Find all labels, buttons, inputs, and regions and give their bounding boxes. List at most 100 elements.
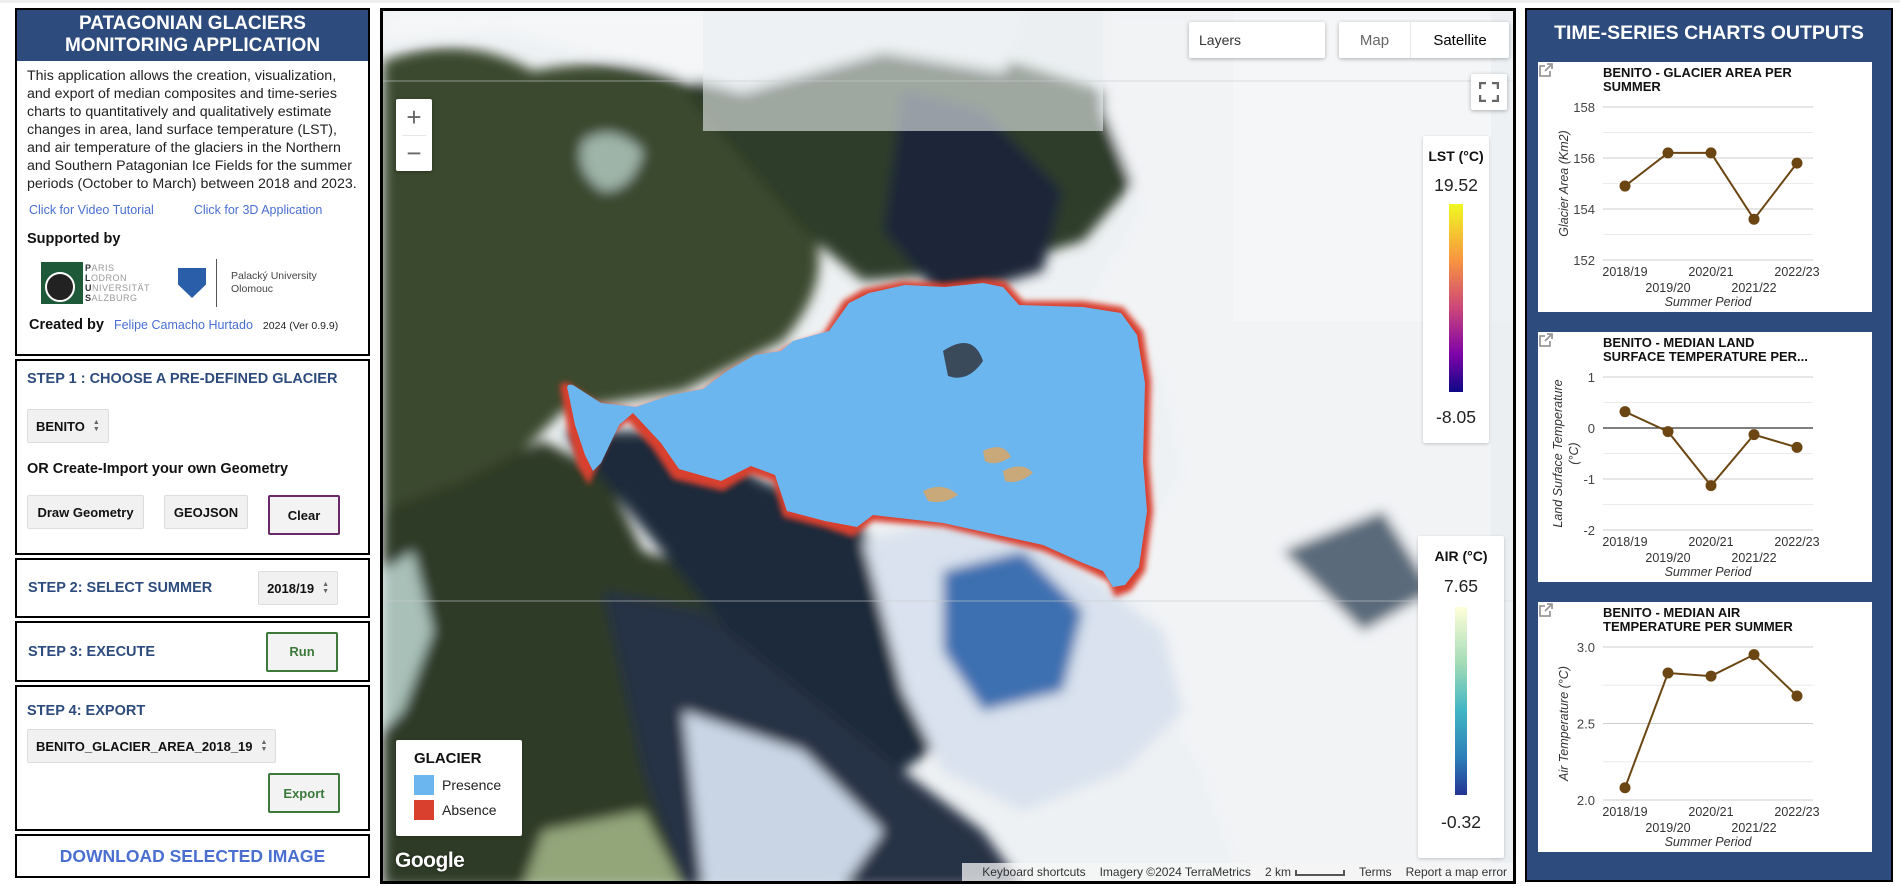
y-tick-label: 154	[1573, 202, 1595, 217]
x-tick-label: 2022/23	[1774, 265, 1819, 279]
data-point	[1705, 480, 1717, 492]
fullscreen-button[interactable]	[1471, 74, 1507, 110]
x-tick-label: 2018/19	[1602, 805, 1647, 819]
x-tick-label: 2021/22	[1731, 821, 1776, 835]
popout-icon[interactable]	[1538, 602, 1554, 618]
satellite-imagery	[383, 11, 1513, 881]
y-axis-label: Air Temperature (°C)	[1557, 666, 1571, 782]
data-point	[1662, 667, 1674, 679]
air-legend-title: AIR (°C)	[1434, 548, 1488, 564]
author-link[interactable]: Felipe Camacho Hurtado	[114, 318, 253, 332]
glacier-select[interactable]: BENITO ▲ ▼	[27, 409, 109, 443]
control-panel: PATAGONIAN GLACIERS MONITORING APPLICATI…	[15, 8, 370, 881]
intro-box: PATAGONIAN GLACIERS MONITORING APPLICATI…	[15, 8, 370, 356]
3d-application-link[interactable]: Click for 3D Application	[194, 203, 323, 217]
y-axis-label: (°C)	[1567, 442, 1581, 464]
keyboard-shortcuts-link[interactable]: Keyboard shortcuts	[982, 865, 1085, 879]
map-type-map-button[interactable]: Map	[1339, 22, 1411, 58]
data-point	[1619, 782, 1631, 794]
air-legend-max: 7.65	[1443, 576, 1479, 596]
step3-box: STEP 3: EXECUTE Run	[15, 621, 370, 682]
zoom-out-button[interactable]: −	[396, 135, 432, 171]
select-arrows-icon: ▲ ▼	[322, 581, 329, 595]
x-tick-label: 2020/21	[1688, 805, 1733, 819]
x-axis-label: Summer Period	[1665, 835, 1753, 849]
clear-button[interactable]: Clear	[268, 495, 340, 535]
top-divider	[0, 0, 1900, 3]
x-tick-label: 2022/23	[1774, 805, 1819, 819]
scale-indicator[interactable]: 2 km	[1265, 865, 1345, 879]
data-point	[1748, 649, 1760, 661]
y-axis-label: Glacier Area (Km2)	[1557, 130, 1571, 237]
terms-link[interactable]: Terms	[1359, 865, 1392, 879]
air-legend: AIR (°C) 7.65 -0.32	[1418, 536, 1504, 858]
absence-swatch	[414, 799, 434, 820]
y-tick-label: 2.5	[1577, 717, 1595, 732]
fullscreen-icon	[1479, 82, 1499, 102]
summer-select[interactable]: 2018/19 ▲ ▼	[258, 571, 338, 605]
legend-item-presence: Presence	[414, 772, 522, 797]
step1-title: STEP 1 : CHOOSE A PRE-DEFINED GLACIER	[27, 371, 338, 387]
lst-legend: LST (°C) 19.52 -8.05	[1423, 136, 1489, 443]
or-geometry-label: OR Create-Import your own Geometry	[27, 461, 289, 477]
download-image-link[interactable]: DOWNLOAD SELECTED IMAGE	[60, 846, 325, 867]
data-point	[1791, 690, 1803, 702]
report-map-error-link[interactable]: Report a map error	[1406, 865, 1507, 879]
data-point	[1748, 213, 1760, 225]
step3-title: STEP 3: EXECUTE	[28, 643, 156, 660]
chart-title-line: SURFACE TEMPERATURE PER...	[1603, 349, 1808, 364]
palacky-university-logo: Palacký University Olomouc	[178, 259, 317, 307]
export-select[interactable]: BENITO_GLACIER_AREA_2018_19 ▲ ▼	[27, 729, 277, 763]
map-type-satellite-button[interactable]: Satellite	[1411, 22, 1509, 58]
glacier-area-chart: BENITO - GLACIER AREA PER SUMMER 152 154 156…	[1538, 62, 1872, 312]
zoom-in-button[interactable]: +	[396, 99, 432, 135]
x-tick-label: 2021/22	[1731, 281, 1776, 295]
air-temperature-chart-svg: BENITO - MEDIAN AIRTEMPERATURE PER SUMME…	[1557, 605, 1820, 849]
popout-icon[interactable]	[1538, 332, 1554, 348]
chart-title-line: SUMMER	[1603, 79, 1661, 94]
y-tick-label: 152	[1573, 253, 1595, 268]
supported-by-label: Supported by	[27, 231, 121, 247]
upol-shield-icon	[178, 268, 207, 298]
data-point	[1791, 441, 1803, 453]
step4-title: STEP 4: EXPORT	[27, 703, 146, 719]
data-point	[1791, 157, 1803, 169]
y-tick-label: 2.0	[1577, 793, 1595, 808]
google-logo: Google	[395, 849, 465, 872]
x-tick-label: 2021/22	[1731, 551, 1776, 565]
charts-panel: TIME-SERIES CHARTS OUTPUTS BENITO - GLAC…	[1525, 8, 1893, 882]
geojson-button[interactable]: GEOJSON	[164, 495, 248, 529]
x-tick-label: 2022/23	[1774, 535, 1819, 549]
x-tick-label: 2019/20	[1645, 821, 1690, 835]
plus-salzburg-logo: PARIS LODRON UNIVERSITÄT SALZBURG	[41, 262, 150, 304]
layers-button[interactable]: Layers	[1189, 22, 1325, 58]
map-view[interactable]: + − Layers Map Satellite LST (°C) 19.52 …	[380, 8, 1516, 884]
step2-title: STEP 2: SELECT SUMMER	[28, 580, 213, 596]
data-point	[1705, 147, 1717, 159]
y-axis-label: Land Surface Temperature	[1551, 379, 1565, 527]
x-tick-label: 2018/19	[1602, 535, 1647, 549]
y-tick-label: 156	[1573, 151, 1595, 166]
data-point	[1662, 426, 1674, 438]
lst-legend-min: -8.05	[1436, 407, 1476, 427]
select-arrows-icon: ▲ ▼	[92, 419, 100, 433]
run-button[interactable]: Run	[266, 631, 338, 672]
presence-swatch	[414, 774, 434, 795]
chart-title-line: BENITO - MEDIAN LAND	[1603, 335, 1754, 350]
draw-geometry-button[interactable]: Draw Geometry	[27, 495, 144, 529]
step2-box: STEP 2: SELECT SUMMER 2018/19 ▲ ▼	[15, 558, 370, 618]
popout-icon[interactable]	[1538, 62, 1554, 78]
y-tick-label: 1	[1588, 370, 1595, 385]
glacier-legend: GLACIER Presence Absence	[396, 740, 522, 836]
video-tutorial-link[interactable]: Click for Video Tutorial	[29, 203, 154, 217]
select-arrows-icon: ▲ ▼	[260, 739, 268, 753]
scale-bar	[1294, 869, 1345, 876]
step1-box: STEP 1 : CHOOSE A PRE-DEFINED GLACIER BE…	[15, 359, 370, 555]
x-tick-label: 2020/21	[1688, 535, 1733, 549]
data-point	[1748, 429, 1760, 441]
glacier-area-chart-svg: BENITO - GLACIER AREA PERSUMMER 152 154 156…	[1557, 65, 1820, 309]
x-tick-label: 2018/19	[1602, 265, 1647, 279]
legend-item-absence: Absence	[414, 797, 522, 822]
y-tick-label: 0	[1588, 421, 1595, 436]
export-button[interactable]: Export	[268, 773, 340, 813]
